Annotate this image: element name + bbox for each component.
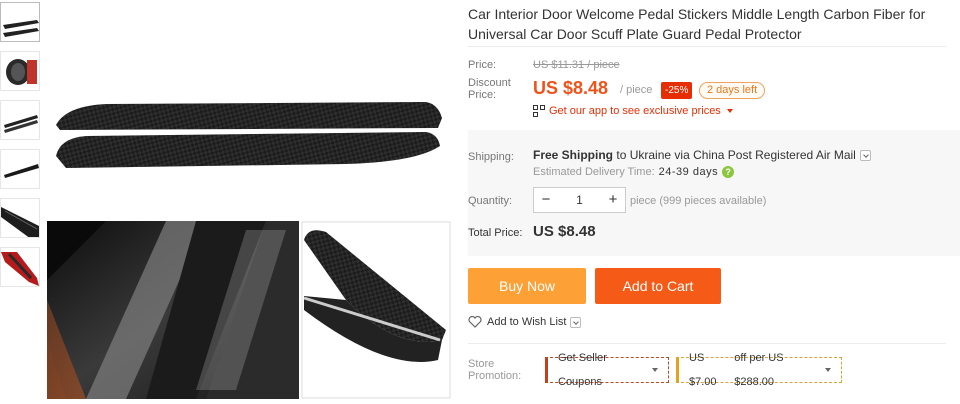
store-label-line2: Promotion:	[468, 370, 522, 382]
chevron-down-icon	[825, 368, 831, 372]
wish-list-dropdown-icon[interactable]	[570, 316, 582, 328]
shipping-label: Shipping:	[468, 151, 514, 163]
quantity-increase-button[interactable]: +	[601, 188, 625, 212]
coupon-amount: US $7.00	[689, 352, 717, 388]
shipping-via-text: via	[674, 148, 690, 162]
shipping-to-text: to	[616, 148, 627, 162]
divider	[468, 46, 946, 47]
heart-icon	[468, 316, 482, 328]
main-product-image[interactable]	[46, 0, 452, 404]
store-label-line1: Store	[468, 358, 495, 370]
quantity-label: Quantity:	[468, 195, 513, 207]
shipping-country: Ukraine	[629, 148, 672, 162]
original-price: US $11.31 / piece	[533, 59, 620, 71]
discount-badge: -25%	[661, 82, 693, 99]
divider	[468, 343, 946, 344]
estimated-delivery-days: 24-39 days	[658, 166, 719, 178]
app-prices-text: Get our app to see exclusive prices	[549, 105, 721, 117]
add-to-wish-list[interactable]: Add to Wish List	[468, 316, 582, 328]
estimated-delivery: Estimated Delivery Time: 24-39 days ?	[533, 166, 735, 178]
wish-list-text: Add to Wish List	[487, 316, 567, 328]
thumbnail-1[interactable]	[0, 2, 40, 42]
seller-coupons-text: Get Seller Coupons	[558, 352, 607, 388]
current-price: US $8.48	[533, 78, 609, 98]
quantity-stepper: − 1 +	[533, 187, 626, 213]
seller-coupons-button[interactable]: Get Seller Coupons	[545, 352, 669, 388]
shipping-line[interactable]: Free Shipping to Ukraine via China Post …	[533, 148, 871, 162]
time-left-badge: 2 days left	[699, 82, 766, 99]
shipping-dropdown-icon[interactable]	[859, 149, 871, 161]
per-piece-unit: / piece	[620, 84, 653, 96]
price-label: Price:	[468, 59, 497, 71]
chevron-down-icon	[726, 109, 733, 113]
thumbnail-2[interactable]	[0, 51, 40, 91]
free-shipping-text: Free Shipping	[533, 148, 614, 162]
discount-label-line2: Price:	[468, 89, 497, 101]
estimated-delivery-label: Estimated Delivery Time:	[533, 166, 655, 178]
thumbnail-4[interactable]	[0, 149, 40, 189]
quantity-available: piece (999 pieces available)	[630, 195, 767, 207]
total-price-label: Total Price:	[468, 227, 523, 239]
store-promotion-label: Store Promotion:	[468, 358, 521, 382]
discount-label-line1: Discount	[468, 77, 511, 89]
thumbnail-5[interactable]	[0, 198, 40, 238]
quantity-decrease-button[interactable]: −	[534, 188, 558, 212]
shipping-carrier: China Post Registered Air Mail	[693, 148, 856, 162]
product-title: Car Interior Door Welcome Pedal Stickers…	[468, 6, 926, 42]
coupon-condition: off per US $288.00	[734, 352, 784, 388]
store-discount-coupon[interactable]: US $7.00 off per US $288.00	[676, 352, 842, 388]
app-prices-link[interactable]: Get our app to see exclusive prices	[533, 104, 733, 118]
buy-now-button[interactable]: Buy Now	[468, 268, 586, 304]
total-price-value: US $8.48	[533, 223, 596, 240]
chevron-down-icon	[652, 368, 658, 372]
thumbnail-6[interactable]	[0, 247, 40, 287]
quantity-input[interactable]: 1	[558, 188, 601, 212]
help-icon[interactable]: ?	[722, 166, 735, 178]
qr-code-icon	[533, 105, 545, 117]
add-to-cart-button[interactable]: Add to Cart	[595, 268, 721, 304]
thumbnail-3[interactable]	[0, 100, 40, 140]
